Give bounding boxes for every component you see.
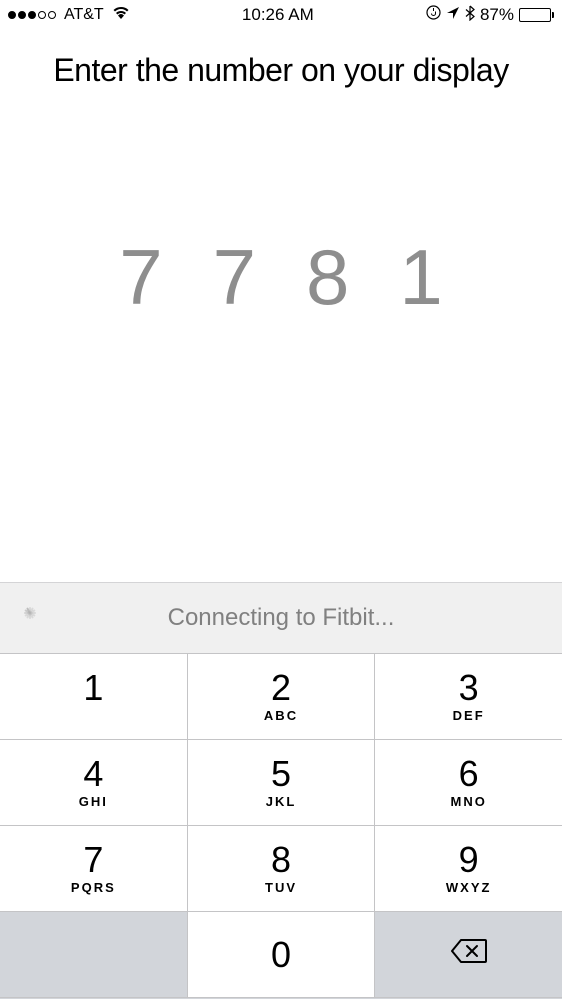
key-blank [0,912,188,998]
key-5[interactable]: 5 JKL [188,740,376,826]
key-letters: TUV [265,880,297,895]
page-title: Enter the number on your display [0,30,562,92]
status-text: Connecting to Fitbit... [42,604,562,632]
key-letters: MNO [451,794,487,809]
digit-0: 7 [119,232,162,323]
status-bar: AT&T 10:26 AM 87% [0,0,562,30]
bluetooth-icon [465,5,475,26]
digit-2: 8 [306,232,349,323]
key-digit: 3 [459,670,479,706]
key-letters: PQRS [71,880,116,895]
battery-percent: 87% [480,5,514,25]
status-right: 87% [426,5,554,26]
key-digit: 4 [83,756,103,792]
digit-3: 1 [399,232,442,323]
clock: 10:26 AM [242,5,314,25]
spinner-icon [18,606,42,630]
key-9[interactable]: 9 WXYZ [375,826,562,912]
digit-1: 7 [213,232,256,323]
key-digit: 8 [271,842,291,878]
wifi-icon [112,5,130,25]
status-left: AT&T [8,5,130,25]
status-banner: Connecting to Fitbit... [0,582,562,654]
signal-strength-icon [8,11,56,19]
key-letters: WXYZ [446,880,492,895]
key-letters: JKL [266,794,297,809]
key-8[interactable]: 8 TUV [188,826,376,912]
key-letters: GHI [79,794,108,809]
key-digit: 1 [83,670,103,706]
key-7[interactable]: 7 PQRS [0,826,188,912]
entered-code: 7 7 8 1 [0,232,562,323]
key-digit: 6 [459,756,479,792]
key-digit: 2 [271,670,291,706]
key-2[interactable]: 2 ABC [188,654,376,740]
numeric-keypad: 1 2 ABC 3 DEF 4 GHI 5 JKL 6 MNO 7 PQRS [0,654,562,999]
backspace-icon [451,938,487,972]
key-letters: DEF [453,708,485,723]
key-letters: ABC [264,708,298,723]
key-1[interactable]: 1 [0,654,188,740]
key-3[interactable]: 3 DEF [375,654,562,740]
keypad-row: 0 [0,912,562,998]
keypad-row: 7 PQRS 8 TUV 9 WXYZ [0,826,562,912]
carrier-label: AT&T [64,6,104,24]
key-6[interactable]: 6 MNO [375,740,562,826]
keypad-row: 4 GHI 5 JKL 6 MNO [0,740,562,826]
key-digit: 9 [459,842,479,878]
key-digit: 7 [83,842,103,878]
key-digit: 0 [271,937,291,973]
battery-icon [519,8,554,22]
key-0[interactable]: 0 [188,912,376,998]
keypad-row: 1 2 ABC 3 DEF [0,654,562,740]
rotation-lock-icon [426,5,441,25]
key-digit: 5 [271,756,291,792]
key-delete[interactable] [375,912,562,998]
location-icon [446,5,460,25]
key-4[interactable]: 4 GHI [0,740,188,826]
